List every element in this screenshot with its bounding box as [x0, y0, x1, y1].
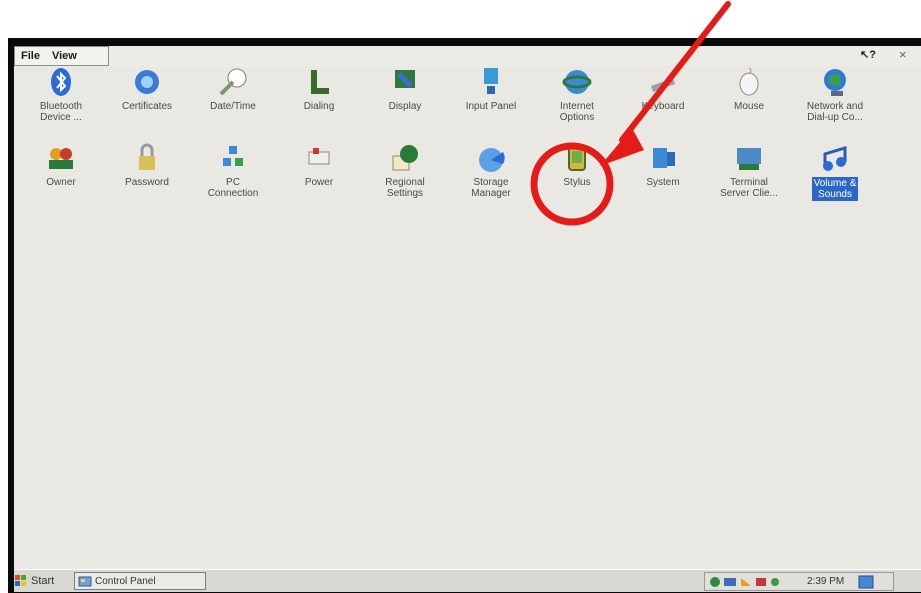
control-panel-item-label: Internet Options	[559, 101, 595, 123]
storage-manager-icon	[479, 148, 505, 172]
speaker-tray-icon	[756, 577, 766, 586]
pc-connection-icon	[223, 146, 243, 166]
bluetooth-icon	[51, 68, 71, 96]
system-tray: 2:39 PM	[704, 572, 894, 591]
control-panel-item-label: Password	[125, 177, 169, 188]
control-panel-item[interactable]: Certificates	[108, 66, 186, 136]
close-button[interactable]: ×	[899, 47, 907, 62]
sync-tray-icon	[724, 577, 736, 586]
keyboard-icon	[651, 78, 675, 92]
mouse-icon	[739, 67, 759, 96]
network-icon	[824, 69, 846, 96]
power-icon	[308, 148, 330, 165]
windows-logo-icon	[15, 575, 26, 586]
control-panel-item[interactable]: Internet Options	[538, 66, 616, 136]
task-control-panel[interactable]: Control Panel	[74, 572, 206, 590]
control-panel-item[interactable]: Input Panel	[452, 66, 530, 136]
control-panel-item-label: Keyboard	[641, 101, 685, 112]
control-panel-icon	[78, 576, 92, 586]
control-panel-item[interactable]: Password	[108, 142, 186, 212]
control-panel-item[interactable]: Owner	[22, 142, 100, 212]
menu-box: File View	[14, 46, 109, 66]
control-panel-item[interactable]: Regional Settings	[366, 142, 444, 212]
control-panel-item-label: Power	[304, 177, 334, 188]
control-panel-item[interactable]: Stylus	[538, 142, 616, 212]
control-panel-item-label: Stylus	[563, 177, 591, 188]
control-panel-item[interactable]: Network and Dial-up Co...	[796, 66, 874, 136]
help-button[interactable]: ↖?	[860, 48, 876, 61]
stylus-icon	[568, 145, 586, 171]
datetime-icon	[219, 68, 247, 96]
control-panel-item-label: Volume & Sounds	[811, 177, 859, 201]
desktop-icon[interactable]	[858, 575, 874, 589]
control-panel-item-label: Regional Settings	[385, 177, 425, 199]
control-panel-item-label: Mouse	[733, 101, 764, 112]
volume-sounds-icon	[823, 145, 847, 171]
control-panel-item-label: Terminal Server Clie...	[720, 177, 778, 199]
help-pointer-icon: ↖	[860, 49, 870, 61]
tool-tray-icon	[741, 577, 751, 586]
start-button[interactable]: Start	[14, 573, 62, 589]
control-panel-item-label: Input Panel	[465, 101, 517, 112]
control-panel-item-label: Storage Manager	[471, 177, 511, 199]
control-panel-item[interactable]: Dialing	[280, 66, 358, 136]
control-panel-item[interactable]: Mouse	[710, 66, 788, 136]
control-panel-item-label: PC Connection	[207, 177, 259, 199]
taskbar: Start Control Panel 2:39 PM	[14, 569, 921, 592]
input-panel-icon	[484, 68, 498, 94]
owner-icon	[49, 148, 73, 169]
start-label: Start	[31, 575, 55, 587]
clock: 2:39 PM	[807, 576, 845, 587]
control-panel-item[interactable]: Keyboard	[624, 66, 702, 136]
network-tray-icon	[710, 576, 720, 587]
control-panel-item-label: Certificates	[121, 101, 172, 112]
control-panel-item-label: Bluetooth Device ...	[39, 101, 83, 123]
control-panel-item[interactable]: PC Connection	[194, 142, 272, 212]
control-panel-item[interactable]: Volume & Sounds	[796, 142, 874, 212]
control-panel-item-label: Dialing	[303, 101, 335, 112]
control-panel-item-label: Network and Dial-up Co...	[806, 101, 864, 123]
control-panel-item[interactable]: Power	[280, 142, 358, 212]
control-panel-item-label: Display	[388, 101, 422, 112]
menu-view[interactable]: View	[46, 50, 83, 62]
control-panel-item[interactable]: Display	[366, 66, 444, 136]
control-panel-item-label: System	[646, 177, 680, 188]
power-tray-icon	[771, 577, 779, 586]
control-panel-item[interactable]: System	[624, 142, 702, 212]
display-icon	[395, 70, 415, 88]
dialing-icon	[311, 70, 329, 94]
control-panel-window: File View ↖? × Bluetooth Device ... Certi…	[14, 46, 921, 592]
menu-file[interactable]: File	[15, 50, 46, 62]
control-panel-item-label: Owner	[46, 177, 76, 188]
password-icon	[139, 143, 155, 170]
task-label: Control Panel	[95, 575, 156, 587]
menu-bar: File View ↖? ×	[14, 46, 921, 66]
terminal-server-icon	[737, 148, 761, 170]
tray-icons	[710, 576, 779, 587]
control-panel-item-label: Date/Time	[210, 101, 256, 112]
certificates-icon	[135, 70, 159, 94]
regional-settings-icon	[392, 145, 418, 171]
control-panel-item[interactable]: Terminal Server Clie...	[710, 142, 788, 212]
control-panel-item[interactable]: Storage Manager	[452, 142, 530, 212]
control-panel-item[interactable]: Bluetooth Device ...	[22, 66, 100, 136]
control-panel-item[interactable]: Date/Time	[194, 66, 272, 136]
internet-options-icon	[562, 70, 592, 94]
system-icon	[653, 148, 675, 168]
